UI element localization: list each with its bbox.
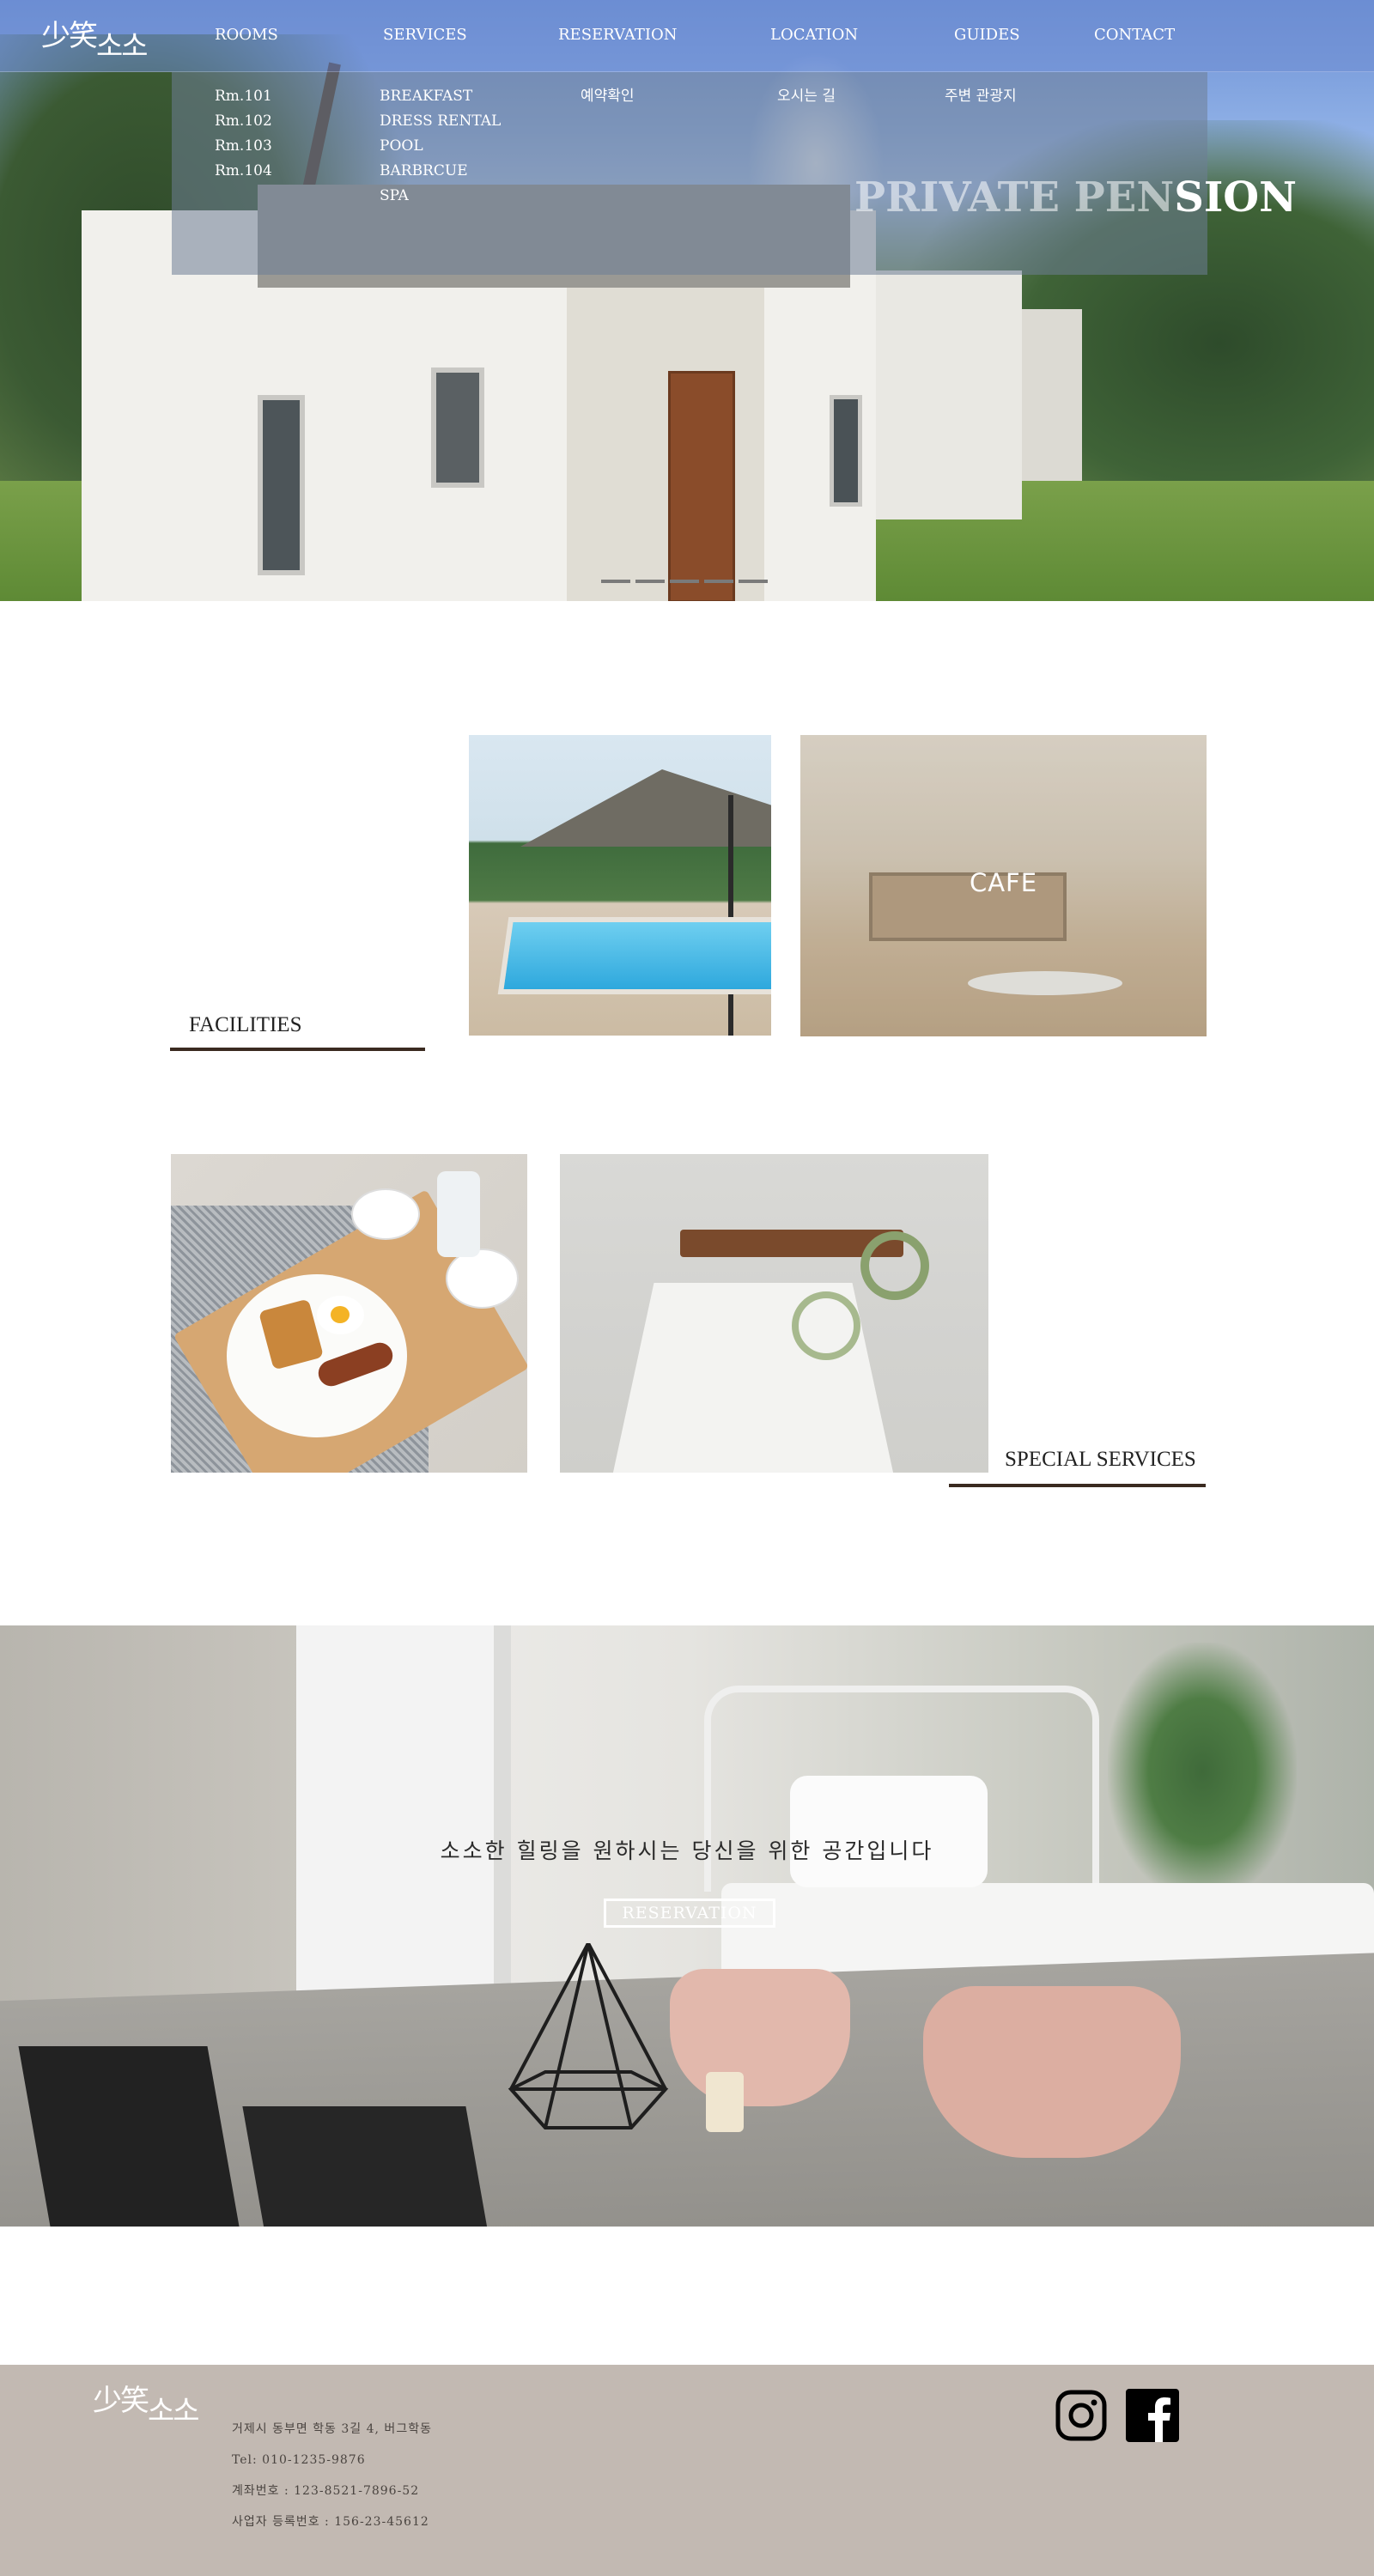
submenu-item-reservation-check[interactable]: 예약확인 — [581, 84, 635, 109]
submenu-item-rm101[interactable]: Rm.101 — [215, 84, 272, 109]
submenu-services: BREAKFAST DRESS RENTAL POOL BARBRCUE SPA — [380, 84, 501, 209]
slider-dot[interactable] — [670, 580, 699, 583]
footer-account: 계좌번호 : 123-8521-7896-52 — [232, 2484, 420, 2498]
breakfast-photo[interactable] — [171, 1154, 527, 1473]
slider-dot[interactable] — [635, 580, 665, 583]
main-nav: ROOMS SERVICES RESERVATION LOCATION GUID… — [0, 26, 1374, 52]
nav-guides[interactable]: GUIDES — [954, 26, 1020, 44]
slider-dot[interactable] — [704, 580, 733, 583]
submenu-item-directions[interactable]: 오시는 길 — [777, 84, 836, 109]
breakfast-bowl — [446, 1249, 519, 1309]
submenu-item-barbecue[interactable]: BARBRCUE — [380, 159, 501, 184]
cafe-label: CAFE — [969, 868, 1038, 897]
flower-wreath — [860, 1231, 929, 1300]
pool-umbrella — [520, 769, 771, 847]
hero-title-part2: SION — [1174, 173, 1297, 222]
pool-umbrella-pole — [728, 795, 733, 1036]
submenu-item-rm104[interactable]: Rm.104 — [215, 159, 272, 184]
banner-window — [296, 1625, 511, 2020]
breakfast-bowl — [351, 1188, 420, 1240]
reservation-banner: 소소한 힐링을 원하시는 당신을 위한 공간입니다 RESERVATION — [0, 1625, 1374, 2227]
reservation-button[interactable]: RESERVATION — [604, 1899, 775, 1928]
pool-water — [497, 917, 771, 994]
banner-chair — [242, 2106, 496, 2227]
slider-dot[interactable] — [739, 580, 768, 583]
submenu-item-dress-rental[interactable]: DRESS RENTAL — [380, 109, 501, 134]
submenu-item-spa[interactable]: SPA — [380, 184, 501, 209]
submenu-item-nearby-attractions[interactable]: 주변 관광지 — [945, 84, 1017, 109]
site-footer: 少笑소소 거제시 동부면 학동 3길 4, 버그학동 Tel: 010-1235… — [0, 2365, 1374, 2576]
submenu-guides: 주변 관광지 — [945, 84, 1017, 109]
nav-location[interactable]: LOCATION — [770, 26, 858, 44]
pool-photo[interactable] — [469, 735, 771, 1036]
banner-pillow — [790, 1776, 988, 1887]
facilities-underline — [170, 1048, 425, 1051]
submenu-reservation: 예약확인 — [581, 84, 635, 109]
special-services-underline — [949, 1484, 1206, 1487]
banner-chair — [923, 1986, 1181, 2158]
cafe-photo[interactable]: CAFE — [800, 735, 1207, 1036]
nav-services[interactable]: SERVICES — [383, 26, 467, 44]
hero-house-window — [830, 395, 862, 507]
footer-info: 거제시 동부면 학동 3길 4, 버그학동 Tel: 010-1235-9876… — [232, 2420, 432, 2543]
submenu-rooms: Rm.101 Rm.102 Rm.103 Rm.104 — [215, 84, 272, 184]
special-services-heading: SPECIAL SERVICES — [1005, 1448, 1196, 1471]
footer-logo[interactable]: 少笑소소 — [93, 2377, 200, 2428]
hero-house-window — [431, 368, 484, 488]
breakfast-egg — [317, 1296, 364, 1334]
hero-title-part1: PRIVATE PEN — [854, 173, 1175, 222]
slider-dot[interactable] — [601, 580, 630, 583]
footer-tel: Tel: 010-1235-9876 — [232, 2453, 366, 2467]
facebook-icon[interactable] — [1126, 2389, 1179, 2442]
hero-house-door — [668, 371, 735, 601]
banner-chair — [18, 2046, 240, 2227]
banner-chair — [670, 1969, 850, 2106]
facilities-heading: FACILITIES — [189, 1013, 302, 1036]
instagram-icon[interactable] — [1055, 2389, 1108, 2442]
submenu-location: 오시는 길 — [777, 84, 836, 109]
nav-contact[interactable]: CONTACT — [1094, 26, 1175, 44]
banner-tagline: 소소한 힐링을 원하시는 당신을 위한 공간입니다 — [440, 1838, 934, 1863]
footer-logo-hanja: 少笑 — [93, 2384, 149, 2418]
submenu-item-rm103[interactable]: Rm.103 — [215, 134, 272, 159]
candle — [706, 2072, 744, 2132]
footer-address: 거제시 동부면 학동 3길 4, 버그학동 — [232, 2422, 432, 2436]
hero-house-side — [850, 270, 1022, 519]
submenu-item-pool[interactable]: POOL — [380, 134, 501, 159]
footer-business-number: 사업자 등록번호 : 156-23-45612 — [232, 2515, 429, 2529]
footer-logo-hangul: 소소 — [148, 2394, 200, 2428]
flower-wreath — [792, 1291, 860, 1360]
geometric-lantern — [508, 1943, 669, 2129]
nav-reservation[interactable]: RESERVATION — [558, 26, 678, 44]
submenu-item-rm102[interactable]: Rm.102 — [215, 109, 272, 134]
nav-rooms[interactable]: ROOMS — [215, 26, 278, 44]
hero-title: PRIVATE PENSION — [854, 173, 1297, 222]
submenu-item-breakfast[interactable]: BREAKFAST — [380, 84, 501, 109]
dress-rental-photo[interactable] — [560, 1154, 988, 1473]
breakfast-milk-bottle — [437, 1171, 480, 1257]
hero-house-window — [258, 395, 305, 575]
hero-section: 少笑소소 ROOMS SERVICES RESERVATION LOCATION… — [0, 0, 1374, 601]
